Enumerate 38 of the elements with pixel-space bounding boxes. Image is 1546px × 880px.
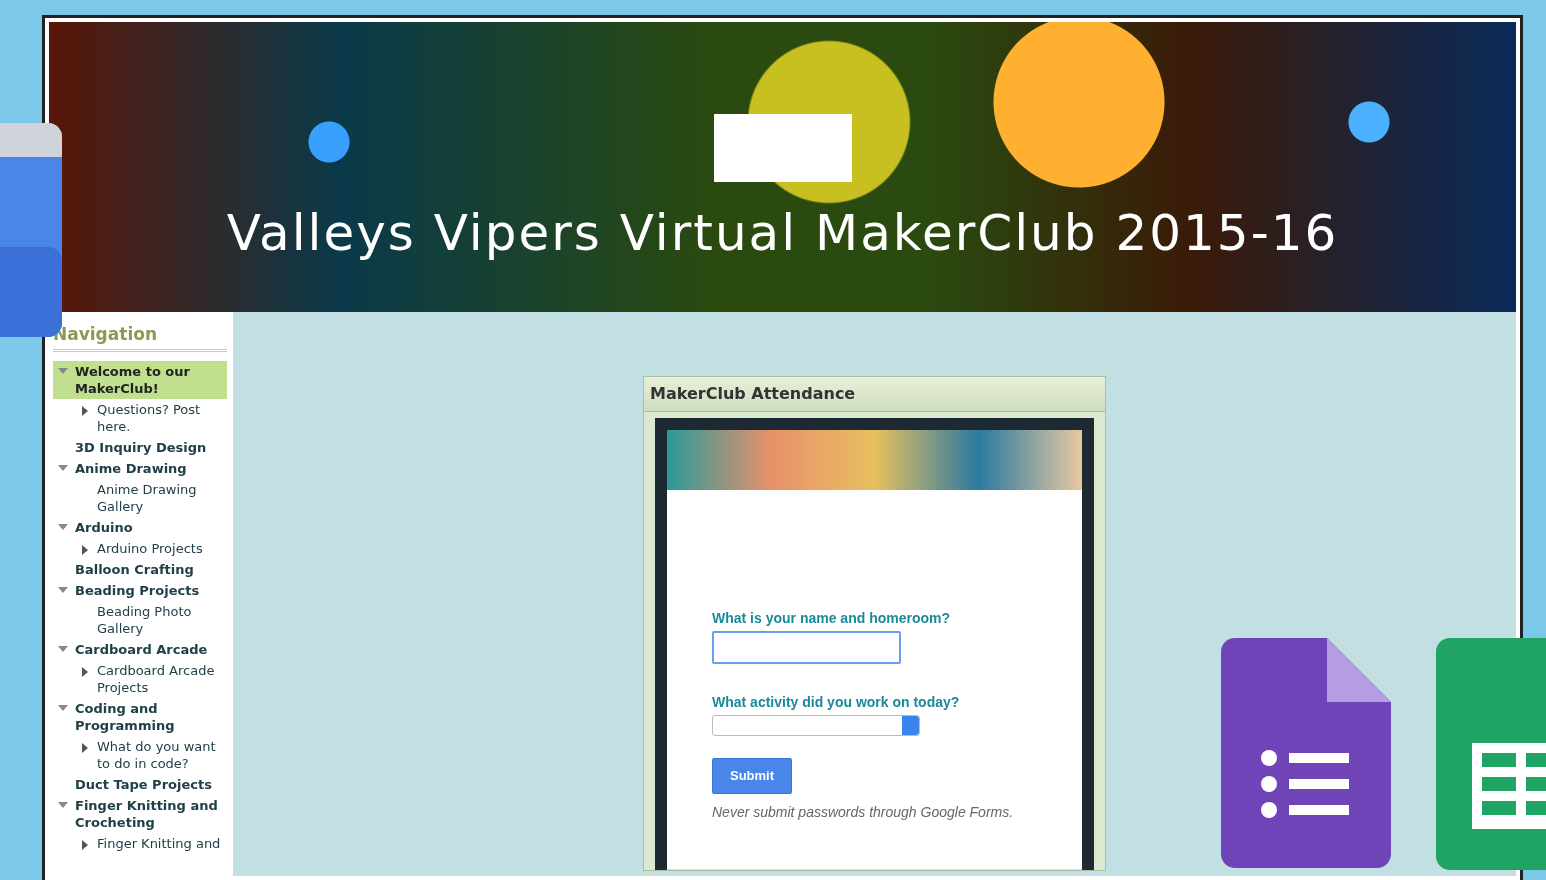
collapsed-arrow-icon[interactable]: [82, 544, 88, 555]
expanded-arrow-icon[interactable]: [58, 801, 68, 808]
gadget-title: MakerClub Attendance: [644, 377, 1105, 412]
nav-item[interactable]: Anime Drawing: [53, 457, 227, 479]
question-label: What is your name and homeroom?: [712, 609, 952, 628]
expanded-arrow-icon[interactable]: [58, 645, 68, 652]
expanded-arrow-icon[interactable]: [58, 367, 68, 374]
nav-item[interactable]: Questions? Post here.: [53, 398, 227, 437]
expanded-arrow-icon[interactable]: [58, 464, 68, 471]
nav-item[interactable]: Duct Tape Projects: [53, 773, 227, 795]
question-label: What activity did you work on today?: [712, 693, 961, 712]
collapsed-arrow-icon[interactable]: [82, 666, 88, 677]
site-title: Valleys Vipers Virtual MakerClub 2015-16: [226, 202, 1339, 264]
input-field[interactable]: [712, 631, 901, 664]
nav-item[interactable]: Cardboard Arcade Projects: [53, 659, 227, 698]
nav-item[interactable]: Beading Photo Gallery: [53, 600, 227, 639]
expanded-arrow-icon[interactable]: [58, 586, 68, 593]
collapsed-arrow-icon[interactable]: [82, 405, 88, 416]
form-list-icon: [1221, 638, 1391, 868]
nav-item[interactable]: What do you want to do in code?: [53, 735, 227, 774]
nav-item[interactable]: Welcome to our MakerClub!: [53, 360, 227, 399]
nav-item[interactable]: Coding and Programming: [53, 697, 227, 736]
nav-item[interactable]: 3D Inquiry Design: [53, 436, 227, 458]
collapsed-arrow-icon[interactable]: [82, 742, 88, 753]
nav-item[interactable]: Beading Projects: [53, 579, 227, 601]
dropdown-field[interactable]: [712, 715, 920, 736]
submit-button[interactable]: Submit: [712, 758, 793, 794]
nav-item[interactable]: Arduino: [53, 516, 227, 538]
nav-item[interactable]: Finger Knitting and Crocheting: [53, 794, 227, 833]
nav-item[interactable]: Cardboard Arcade: [53, 638, 227, 660]
nav-item[interactable]: Balloon Crafting: [53, 558, 227, 580]
expanded-arrow-icon[interactable]: [58, 704, 68, 711]
warning-note: Never submit passwords through Google Forms.: [712, 802, 1015, 822]
expanded-arrow-icon[interactable]: [58, 523, 68, 530]
collapsed-arrow-icon[interactable]: [82, 839, 88, 850]
nav-item[interactable]: Anime Drawing Gallery: [53, 478, 227, 517]
nav-item[interactable]: Arduino Projects: [53, 537, 227, 559]
nav-item[interactable]: Finger Knitting and: [53, 832, 227, 854]
